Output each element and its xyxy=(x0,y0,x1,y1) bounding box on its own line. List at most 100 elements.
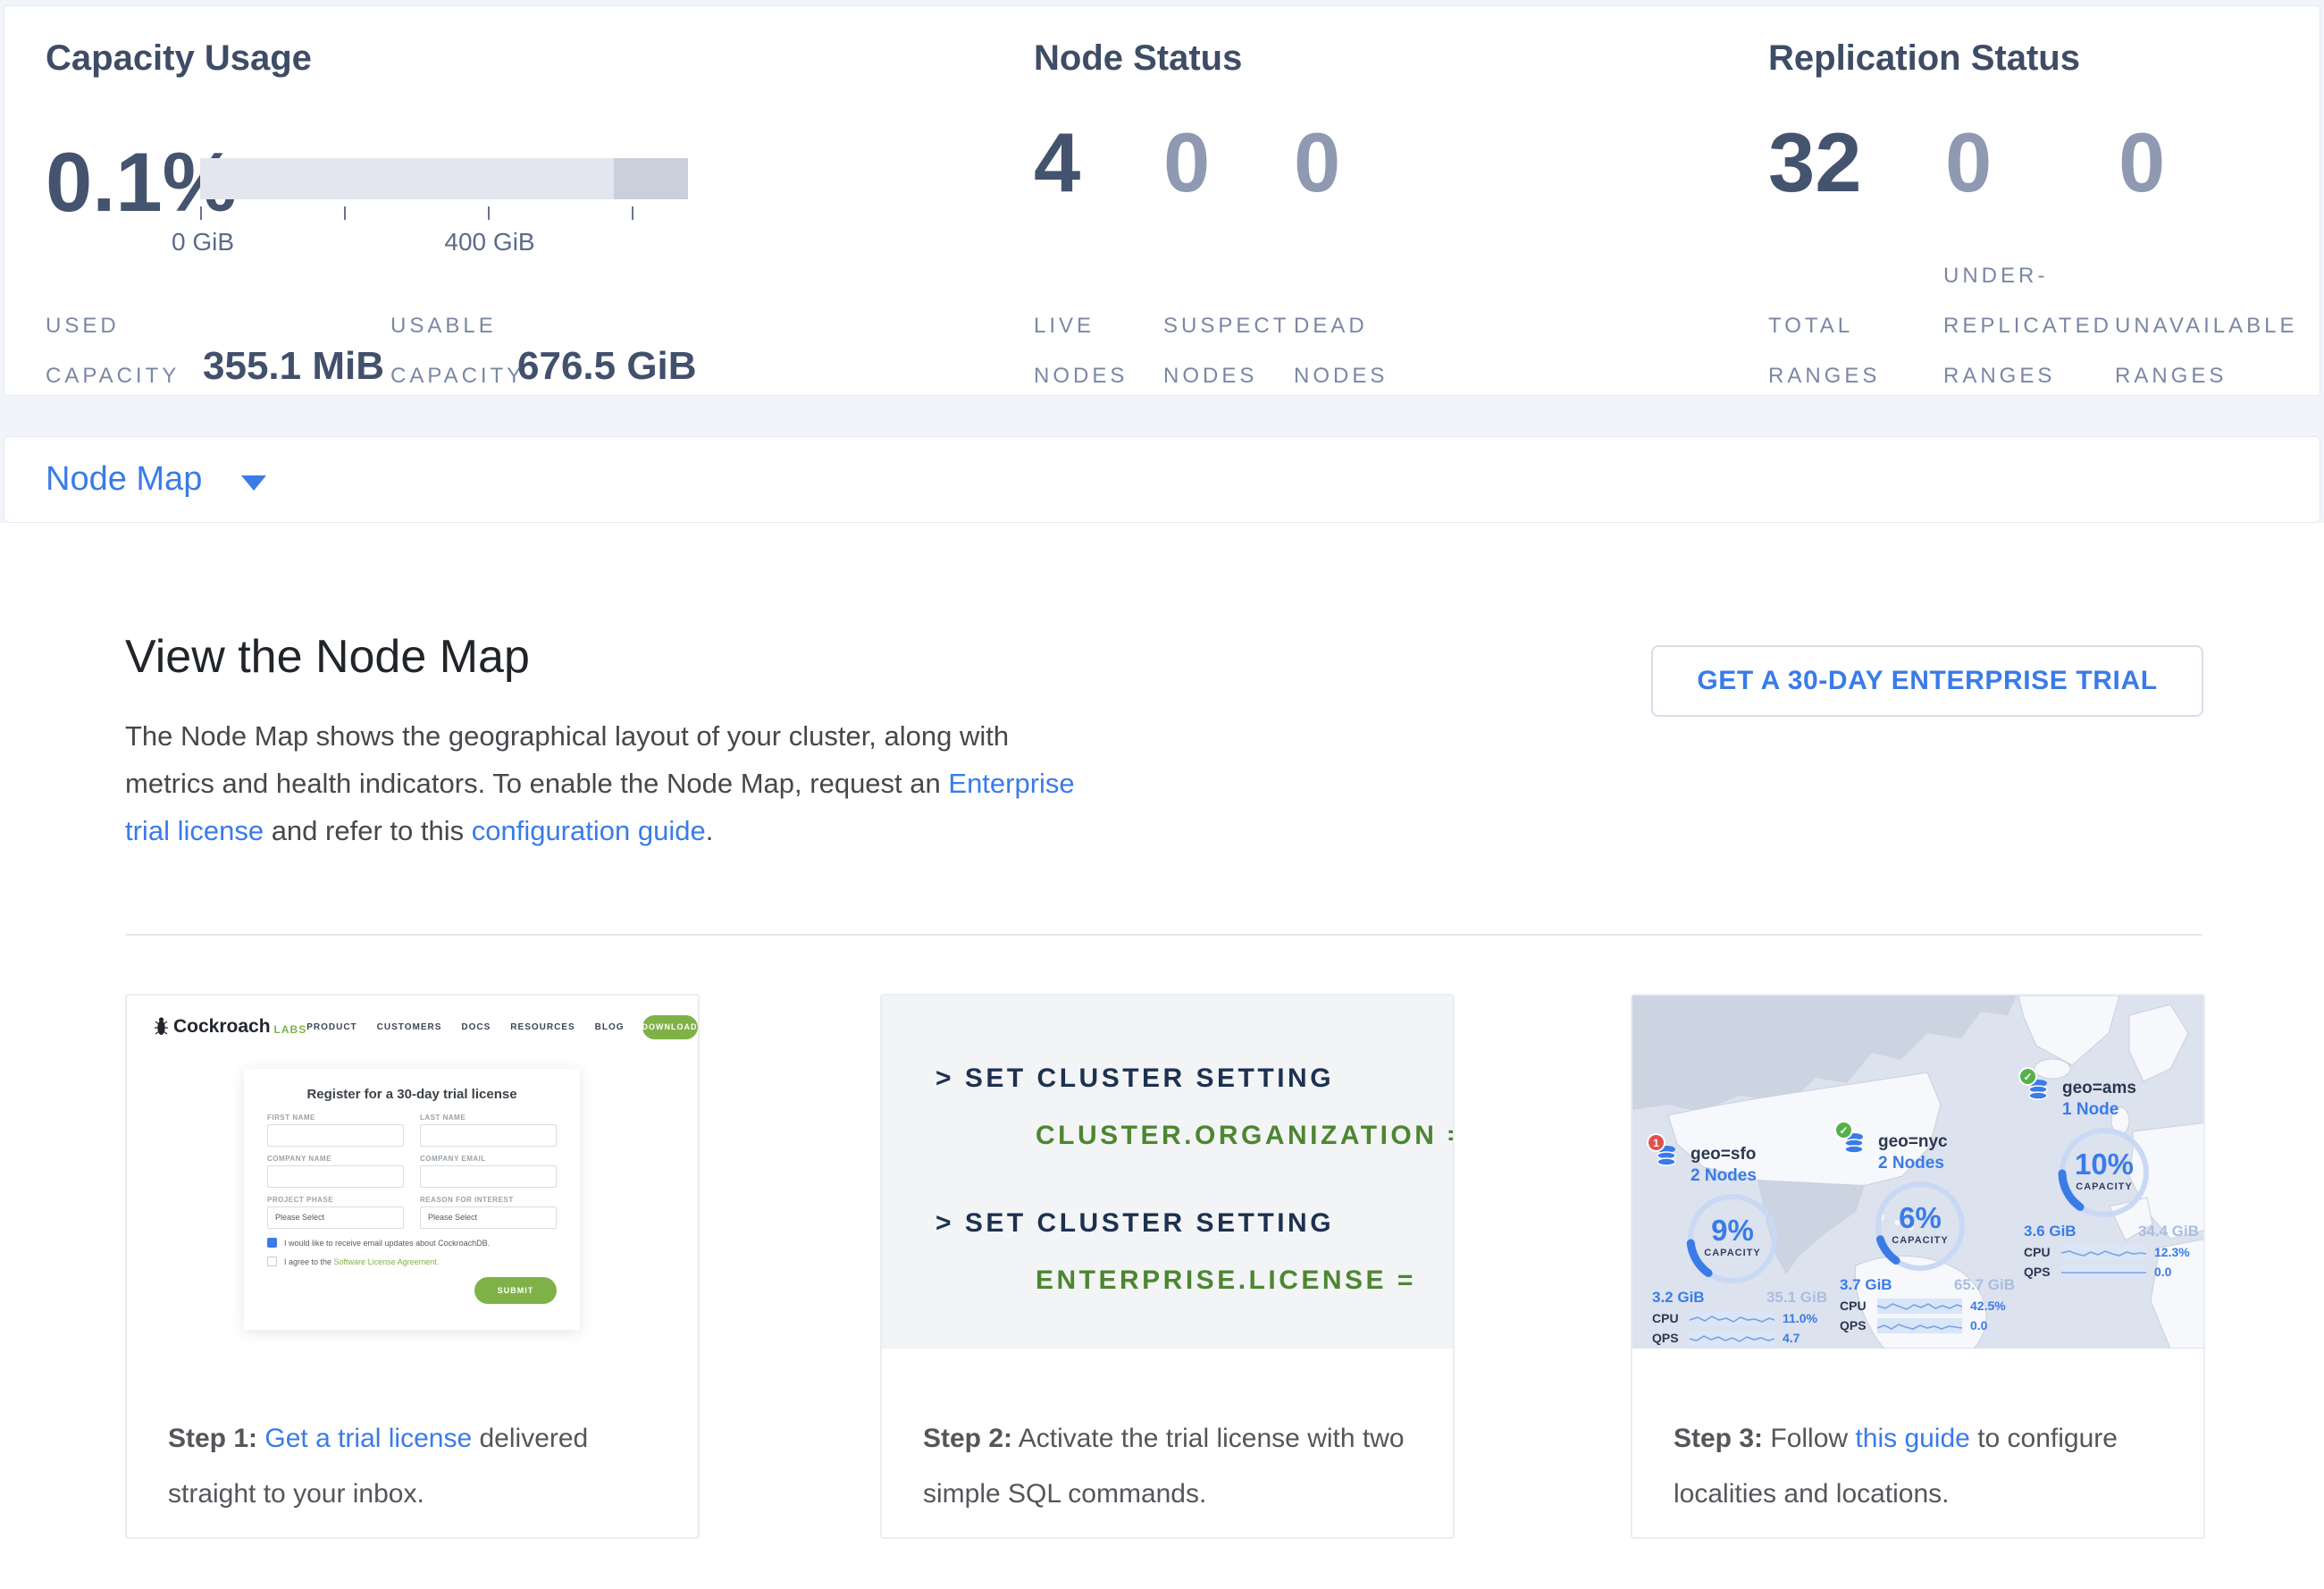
this-guide-link[interactable]: this guide xyxy=(1855,1424,1969,1453)
intro-text: . xyxy=(706,815,714,846)
view-selector-bar: Node Map xyxy=(4,436,2320,523)
qps-sparkline xyxy=(1690,1331,1774,1346)
locality-node-count: 2 Nodes xyxy=(1878,1153,1948,1174)
capacity-usage-title: Capacity Usage xyxy=(46,38,312,79)
enterprise-trial-license-link[interactable]: trial license xyxy=(125,815,264,846)
qps-sparkline xyxy=(2061,1265,2146,1280)
node-map-selector[interactable]: Node Map xyxy=(46,460,202,499)
enterprise-trial-license-link[interactable]: Enterprise xyxy=(948,768,1074,799)
capacity-axis-tick xyxy=(488,206,490,220)
section-divider xyxy=(125,934,2202,936)
locality-nyc: ✓ geo=nyc 2 Nodes xyxy=(1840,1131,2023,1333)
brand-suffix: LABS xyxy=(274,1023,307,1036)
capacity-caption: CAPACITY xyxy=(1684,1248,1781,1258)
brand-name: Cockroach xyxy=(173,1016,271,1038)
cpu-value: 42.5% xyxy=(1970,1299,2006,1313)
step-label: Step 3: xyxy=(1674,1424,1763,1453)
capacity-axis-tick xyxy=(632,206,633,220)
field-label: PROJECT PHASE xyxy=(267,1196,404,1204)
used-gib: 3.6 GiB xyxy=(2024,1223,2076,1240)
healthy-badge: ✓ xyxy=(2018,1067,2037,1086)
capacity-caption: CAPACITY xyxy=(1872,1235,1968,1246)
nav-item: RESOURCES xyxy=(510,1022,575,1032)
sql-command: > SET CLUSTER SETTING xyxy=(935,1064,1334,1094)
get-enterprise-trial-button[interactable]: GET A 30-DAY ENTERPRISE TRIAL xyxy=(1651,645,2203,717)
step-label: Step 2: xyxy=(923,1424,1012,1453)
step3-node-map-illustration: 1 geo=sfo 2 Nodes xyxy=(1632,996,2203,1349)
step-label: Step 1: xyxy=(168,1424,257,1453)
qps-label: QPS xyxy=(2024,1265,2061,1279)
qps-label: QPS xyxy=(1652,1331,1690,1345)
nav-item: BLOG xyxy=(595,1022,625,1032)
project-phase-select: Please Select xyxy=(267,1206,404,1229)
trial-register-form: Register for a 30-day trial license FIRS… xyxy=(244,1069,580,1330)
checkbox-checked-icon xyxy=(267,1238,277,1248)
capacity-axis-label: 0 GiB xyxy=(172,228,234,256)
under-replicated-count: 0 xyxy=(1945,121,1992,205)
license-agree-checkbox-row: I agree to the Software License Agreemen… xyxy=(267,1257,557,1266)
suspect-nodes-count: 0 xyxy=(1163,121,1210,205)
capacity-gauge: 9% CAPACITY xyxy=(1684,1190,1781,1287)
checkbox-text: I agree to the xyxy=(284,1257,334,1266)
mini-site-header: Cockroach LABS PRODUCT CUSTOMERS DOCS RE… xyxy=(154,1012,678,1042)
unavailable-ranges-label: UNAVAILABLE RANGES xyxy=(2115,301,2324,401)
capacity-gauge: 6% CAPACITY xyxy=(1872,1178,1968,1274)
intro-line: trial license and refer to this configur… xyxy=(125,807,1075,854)
total-gib: 35.1 GiB xyxy=(1766,1289,1827,1307)
capacity-usage-bar xyxy=(200,158,688,199)
suspect-nodes-label: SUSPECT NODES xyxy=(1163,301,1297,401)
used-gib: 3.7 GiB xyxy=(1840,1276,1892,1294)
trial-steps-cards: Cockroach LABS PRODUCT CUSTOMERS DOCS RE… xyxy=(125,994,2207,1541)
capacity-axis-tick xyxy=(344,206,346,220)
qps-value: 0.0 xyxy=(2154,1265,2171,1279)
step3-card: 1 geo=sfo 2 Nodes xyxy=(1631,994,2205,1539)
cpu-sparkline xyxy=(1690,1311,1774,1326)
replication-status-title: Replication Status xyxy=(1768,38,2080,79)
cockroach-bug-icon xyxy=(154,1016,169,1038)
form-fields: FIRST NAME LAST NAME COMPANY NAME COMPAN… xyxy=(267,1114,557,1229)
step2-card: > SET CLUSTER SETTING CLUSTER.ORGANIZATI… xyxy=(880,994,1455,1539)
qps-sparkline xyxy=(1877,1318,1962,1333)
capacity-percent: 9% xyxy=(1684,1214,1781,1248)
chevron-down-icon[interactable] xyxy=(241,475,266,491)
under-replicated-label: UNDER-REPLICATED RANGES xyxy=(1943,251,2131,401)
download-button: DOWNLOAD xyxy=(642,1015,698,1039)
qps-value: 4.7 xyxy=(1783,1331,1800,1345)
locality-ams: ✓ geo=ams 1 Node xyxy=(2024,1078,2203,1280)
used-capacity-label: USED CAPACITY xyxy=(46,301,206,401)
nav-item: CUSTOMERS xyxy=(377,1022,442,1032)
checkbox-text: I would like to receive email updates ab… xyxy=(284,1239,490,1248)
last-name-field xyxy=(420,1124,557,1147)
sql-setting: ENTERPRISE.LICENSE = xyxy=(1036,1265,1416,1296)
total-ranges-count: 32 xyxy=(1768,121,1862,205)
locality-name: geo=ams xyxy=(2062,1078,2136,1099)
capacity-usage-bar-segment xyxy=(614,158,688,199)
cpu-label: CPU xyxy=(1652,1311,1690,1325)
intro-paragraph: The Node Map shows the geographical layo… xyxy=(125,712,1075,854)
get-trial-license-link[interactable]: Get a trial license xyxy=(264,1424,472,1453)
node-status-title: Node Status xyxy=(1034,38,1242,79)
total-gib: 34.4 GiB xyxy=(2138,1223,2199,1240)
node-map-placeholder-section: View the Node Map The Node Map shows the… xyxy=(0,523,2324,1589)
live-nodes-count: 4 xyxy=(1034,121,1080,205)
step-text: Follow xyxy=(1770,1424,1848,1453)
step2-sql-illustration: > SET CLUSTER SETTING CLUSTER.ORGANIZATI… xyxy=(882,996,1453,1349)
step1-card: Cockroach LABS PRODUCT CUSTOMERS DOCS RE… xyxy=(125,994,700,1539)
capacity-axis-label: 400 GiB xyxy=(444,228,534,256)
field-label: FIRST NAME xyxy=(267,1114,404,1122)
sql-setting: CLUSTER.ORGANIZATION = xyxy=(1036,1121,1453,1151)
configuration-guide-link[interactable]: configuration guide xyxy=(472,815,706,846)
cluster-summary-panel: Capacity Usage 0.1% 0 GiB 400 GiB USED C… xyxy=(4,5,2320,396)
error-badge: 1 xyxy=(1647,1133,1665,1152)
cpu-value: 12.3% xyxy=(2154,1245,2190,1259)
qps-value: 0.0 xyxy=(1970,1318,1987,1333)
page-title: View the Node Map xyxy=(125,630,530,684)
nav-item: PRODUCT xyxy=(306,1022,357,1032)
field-label: COMPANY NAME xyxy=(267,1155,404,1163)
locality-node-count: 2 Nodes xyxy=(1691,1165,1757,1187)
email-updates-checkbox-row: I would like to receive email updates ab… xyxy=(267,1238,557,1248)
unavailable-ranges-count: 0 xyxy=(2118,121,2165,205)
usable-capacity-value: 676.5 GiB xyxy=(517,344,697,389)
submit-button: SUBMIT xyxy=(474,1277,557,1304)
qps-label: QPS xyxy=(1840,1318,1877,1333)
